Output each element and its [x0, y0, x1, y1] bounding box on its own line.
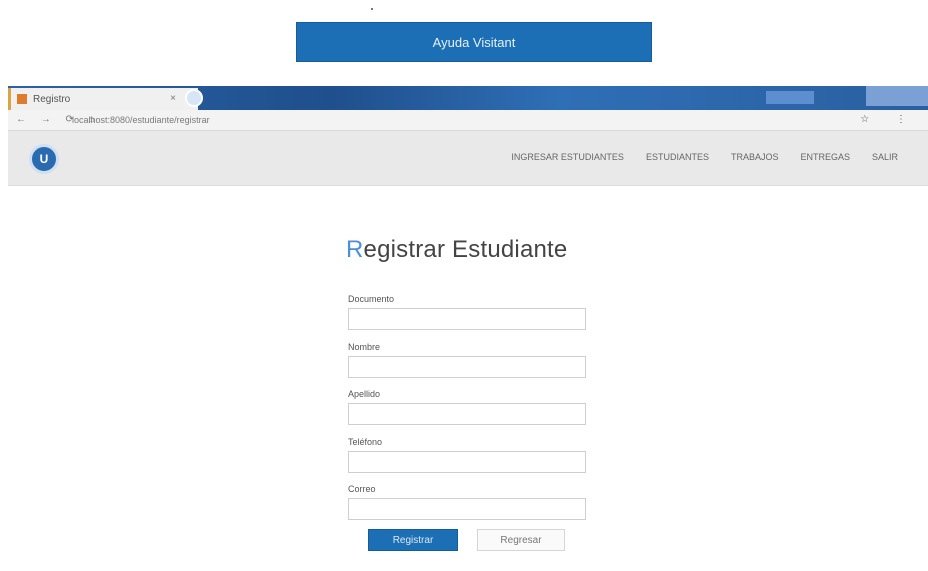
url-field[interactable]: localhost:8080/estudiante/registrar [72, 115, 210, 125]
nav-salir[interactable]: SALIR [872, 152, 898, 162]
site-nav-links: INGRESAR ESTUDIANTES ESTUDIANTES TRABAJO… [511, 152, 898, 162]
telefono-label: Teléfono [348, 437, 383, 447]
register-button-label: Registrar [392, 534, 434, 546]
tab-title: Registro [33, 93, 71, 105]
documento-field: Documento [348, 294, 586, 330]
browser-tab-strip: Registro × [8, 86, 928, 110]
help-banner-button[interactable]: Ayuda Visitant [296, 22, 652, 62]
nombre-input[interactable] [348, 356, 586, 378]
nombre-label: Nombre [348, 342, 381, 352]
documento-input[interactable] [348, 308, 586, 330]
stray-dot [371, 8, 373, 10]
correo-input[interactable] [348, 498, 586, 520]
apellido-label: Apellido [348, 389, 381, 399]
documento-label: Documento [348, 294, 395, 304]
correo-field: Correo [348, 484, 586, 520]
page-title-first-letter: R [346, 236, 364, 263]
browser-tab[interactable]: Registro × [8, 88, 198, 110]
favicon-icon [17, 94, 27, 104]
window-close-button[interactable] [866, 86, 928, 106]
nav-ingresar-estudiantes[interactable]: INGRESAR ESTUDIANTES [511, 152, 624, 162]
help-banner-label: Ayuda Visitant [432, 34, 516, 50]
browser-profile-icon[interactable] [185, 89, 203, 107]
browser-menu-icons[interactable]: ☆ ⋮ [860, 114, 918, 125]
page-title: Registrar Estudiante [346, 236, 567, 264]
telefono-input[interactable] [348, 451, 586, 473]
telefono-field: Teléfono [348, 437, 586, 473]
address-bar: ← → ⟳ ⌂ localhost:8080/estudiante/regist… [8, 110, 928, 131]
back-button[interactable]: Regresar [477, 529, 565, 551]
logo-text: U [39, 152, 49, 166]
tab-close-icon[interactable]: × [170, 93, 176, 104]
nav-estudiantes[interactable]: ESTUDIANTES [646, 152, 709, 162]
apellido-field: Apellido [348, 389, 586, 425]
page-title-rest: egistrar Estudiante [363, 236, 568, 263]
site-navbar: U INGRESAR ESTUDIANTES ESTUDIANTES TRABA… [8, 131, 928, 186]
window-control-button[interactable] [766, 91, 814, 104]
back-button-label: Regresar [500, 534, 542, 546]
register-button[interactable]: Registrar [368, 529, 458, 551]
nav-entregas[interactable]: ENTREGAS [800, 152, 850, 162]
site-logo[interactable]: U [29, 144, 59, 174]
correo-label: Correo [348, 484, 376, 494]
apellido-input[interactable] [348, 403, 586, 425]
nav-trabajos[interactable]: TRABAJOS [731, 152, 779, 162]
nombre-field: Nombre [348, 342, 586, 378]
